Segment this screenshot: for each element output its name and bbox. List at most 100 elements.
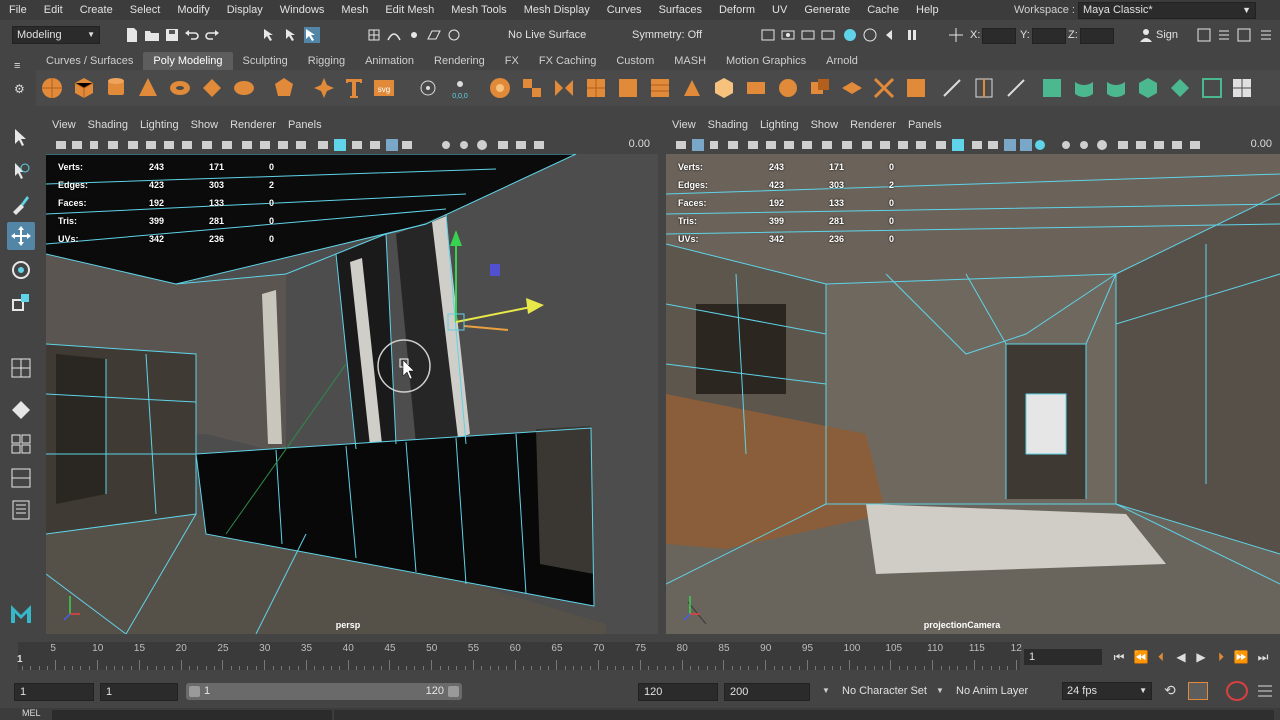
modeling-toolkit-icon[interactable] (1196, 27, 1212, 43)
four-view-layout-icon[interactable] (7, 396, 35, 424)
bridge-icon[interactable] (744, 76, 768, 100)
sign-in-label[interactable]: Sign (1156, 29, 1178, 41)
menu-select[interactable]: Select (121, 1, 169, 19)
panel-menu-view[interactable]: View (46, 119, 82, 131)
menu-generate[interactable]: Generate (795, 1, 858, 19)
snap-grid-icon[interactable] (366, 27, 382, 43)
menu-deform[interactable]: Deform (710, 1, 763, 19)
save-scene-icon[interactable] (164, 27, 180, 43)
poly-plane-icon[interactable] (200, 76, 224, 100)
gear-icon[interactable]: ⚙ (14, 82, 25, 96)
menu-mesh[interactable]: Mesh (332, 1, 376, 19)
select-by-component-icon[interactable] (304, 27, 320, 43)
time-slider[interactable]: 5 10 15 20 25 30 35 40 45 50 55 60 65 70 75 80 85 90 95 100… (18, 642, 1022, 670)
shelf-tab-custom[interactable]: Custom (606, 52, 664, 70)
rotate-tool-icon[interactable] (7, 256, 35, 284)
hypershade-icon[interactable] (842, 27, 858, 43)
render-settings-icon[interactable] (820, 27, 836, 43)
mirror-icon[interactable] (552, 76, 576, 100)
select-tool-icon[interactable] (7, 124, 35, 152)
select-by-object-icon[interactable] (284, 27, 300, 43)
attribute-editor-icon[interactable] (1216, 27, 1232, 43)
bool-icon[interactable] (808, 76, 832, 100)
symmetry-label[interactable]: Symmetry: Off (632, 29, 702, 41)
sculpt-icon[interactable] (416, 76, 440, 100)
remesh-icon[interactable] (648, 76, 672, 100)
tool-settings-icon[interactable] (1236, 27, 1252, 43)
svg-tool-icon[interactable]: svg (372, 76, 396, 100)
shelf-tab-poly-modeling[interactable]: Poly Modeling (143, 52, 233, 70)
animation-preferences-icon[interactable] (1226, 681, 1248, 701)
menu-mesh-display[interactable]: Mesh Display (515, 1, 598, 19)
combine-icon[interactable] (488, 76, 512, 100)
super-shape-icon[interactable] (312, 76, 336, 100)
poly-sphere-icon[interactable] (40, 76, 64, 100)
menu-windows[interactable]: Windows (271, 1, 333, 19)
current-frame-input[interactable]: 1 (1024, 649, 1102, 665)
menu-cache[interactable]: Cache (858, 1, 907, 19)
uv-layout-icon[interactable] (1200, 76, 1224, 100)
range-handle-start[interactable] (189, 686, 200, 697)
step-forward-frame-icon[interactable]: ⏩ (1234, 650, 1249, 664)
panel-menu-shading[interactable]: Shading (82, 119, 134, 131)
menu-mesh-tools[interactable]: Mesh Tools (442, 1, 514, 19)
viewport-toolbar-icons[interactable] (666, 136, 1206, 154)
poly-torus-icon[interactable] (168, 76, 192, 100)
go-to-start-icon[interactable]: ⏮ (1112, 650, 1126, 664)
shelf-tab-sculpting[interactable]: Sculpting (233, 52, 298, 70)
shelf-tab-arnold[interactable]: Arnold (816, 52, 868, 70)
lasso-tool-icon[interactable] (7, 158, 35, 186)
retopologize-icon[interactable] (680, 76, 704, 100)
menu-edit[interactable]: Edit (35, 1, 71, 19)
menu-help[interactable]: Help (907, 1, 947, 19)
menu-surfaces[interactable]: Surfaces (650, 1, 710, 19)
append-polygon-icon[interactable] (872, 76, 896, 100)
panel-menu-panels[interactable]: Panels (282, 119, 328, 131)
uv-editor-icon[interactable] (1230, 76, 1254, 100)
uv-planar-icon[interactable] (1040, 76, 1064, 100)
shelf-tab-rendering[interactable]: Rendering (424, 52, 495, 70)
viewport-toolbar-icons[interactable] (46, 136, 617, 154)
menu-file[interactable]: File (0, 1, 35, 19)
viewport-projection-canvas[interactable]: Verts: 243 171 0 Edges: 423 303 2 Faces: 192 133 0 T… (666, 154, 1280, 634)
fill-hole-icon[interactable] (840, 76, 864, 100)
fps-dropdown[interactable]: 24 fps ▼ (1062, 682, 1152, 700)
uv-spherical-icon[interactable] (1104, 76, 1128, 100)
uv-automatic-icon[interactable] (1136, 76, 1160, 100)
chevron-down-icon[interactable]: ▼ (822, 686, 830, 695)
persp-graph-layout-icon[interactable] (7, 464, 35, 492)
uv-unfold-icon[interactable] (1168, 76, 1192, 100)
mel-label[interactable]: MEL (22, 708, 41, 718)
snap-view-plane-icon[interactable] (426, 27, 442, 43)
new-scene-icon[interactable] (124, 27, 140, 43)
shelf-tab-rigging[interactable]: Rigging (298, 52, 355, 70)
offset-edge-loop-icon[interactable] (1004, 76, 1028, 100)
step-forward-key-icon[interactable]: ⏵ (1214, 650, 1228, 664)
menu-uv[interactable]: UV (763, 1, 795, 19)
uv-cylindrical-icon[interactable] (1072, 76, 1096, 100)
panel-menu-show[interactable]: Show (185, 119, 225, 131)
user-icon[interactable] (1138, 27, 1154, 43)
viewport-persp-zoom[interactable]: 0.00 (629, 138, 650, 150)
pause-icon[interactable] (904, 27, 920, 43)
panel-menu-lighting[interactable]: Lighting (754, 119, 805, 131)
panel-menu-panels[interactable]: Panels (902, 119, 948, 131)
select-by-hierarchy-icon[interactable] (262, 27, 278, 43)
character-set-label[interactable]: No Character Set (842, 685, 927, 697)
transform-constraints-icon[interactable] (948, 27, 964, 43)
bevel-icon[interactable] (776, 76, 800, 100)
menu-curves[interactable]: Curves (598, 1, 650, 19)
panel-menu-shading[interactable]: Shading (702, 119, 754, 131)
outliner-layout-icon[interactable] (7, 496, 35, 524)
move-tool-icon[interactable] (7, 222, 35, 250)
menuset-dropdown[interactable]: Modeling ▼ (12, 26, 100, 44)
insert-edge-loop-icon[interactable] (972, 76, 996, 100)
channel-box-icon[interactable] (1258, 27, 1274, 43)
poly-cone-icon[interactable] (136, 76, 160, 100)
panel-menu-renderer[interactable]: Renderer (844, 119, 902, 131)
shelf-tab-mash[interactable]: MASH (664, 52, 716, 70)
menu-edit-mesh[interactable]: Edit Mesh (376, 1, 442, 19)
separate-icon[interactable] (520, 76, 544, 100)
undo-icon[interactable] (184, 27, 200, 43)
open-scene-icon[interactable] (144, 27, 160, 43)
